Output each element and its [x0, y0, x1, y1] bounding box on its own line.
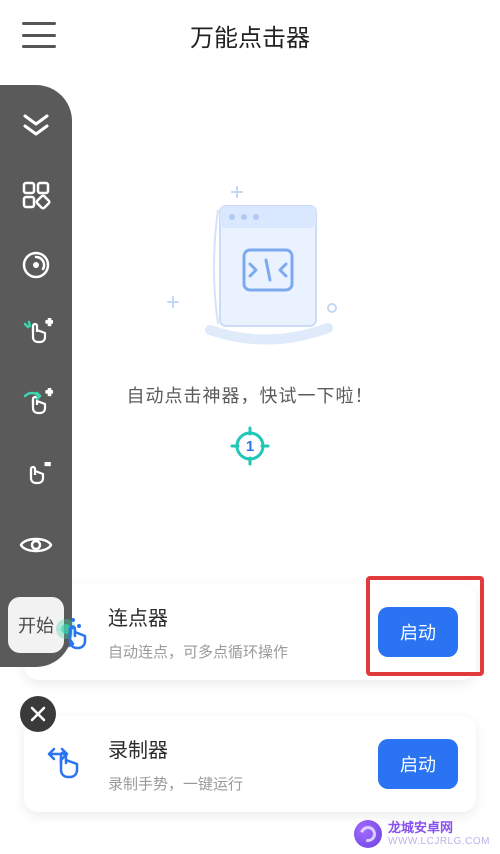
hamburger-menu-button[interactable]: [22, 22, 56, 48]
add-swipe-icon[interactable]: +: [18, 387, 54, 423]
recorder-card-title: 录制器: [108, 734, 362, 763]
close-sidebar-button[interactable]: [20, 696, 56, 732]
marker-number: 1: [246, 438, 254, 455]
recorder-card-icon: [38, 737, 92, 791]
tap-hint-icon: [54, 617, 94, 657]
floating-sidebar: + + - 开始: [0, 85, 72, 667]
app-title: 万能点击器: [190, 18, 310, 53]
collapse-icon[interactable]: [18, 107, 54, 143]
svg-text:-: -: [45, 458, 50, 472]
settings-gear-icon[interactable]: [18, 247, 54, 283]
start-button-label: 开始: [18, 612, 54, 638]
recorder-card: 录制器 录制手势，一键运行 启动: [24, 716, 476, 812]
add-tap-icon[interactable]: +: [18, 317, 54, 353]
clicker-card-title: 连点器: [108, 602, 362, 631]
empty-state-text: 自动点击神器，快试一下啦！: [127, 382, 374, 408]
app-header: 万能点击器: [0, 0, 500, 70]
recorder-card-subtitle: 录制手势，一键运行: [108, 773, 362, 794]
apps-grid-icon[interactable]: [18, 177, 54, 213]
watermark-line1: 龙城安卓网: [388, 821, 490, 835]
watermark-line2: WWW.LCJRLG.COM: [388, 836, 490, 847]
click-target-marker[interactable]: 1: [230, 426, 270, 466]
watermark-logo-icon: [354, 820, 382, 848]
source-watermark: 龙城安卓网 WWW.LCJRLG.COM: [354, 820, 490, 848]
visibility-eye-icon[interactable]: [18, 527, 54, 563]
clicker-start-button[interactable]: 启动: [378, 607, 458, 657]
svg-text:+: +: [46, 388, 53, 399]
svg-text:+: +: [46, 318, 53, 329]
main-content: 自动点击神器，快试一下啦！ 1: [0, 160, 500, 466]
empty-state-illustration: [140, 160, 360, 360]
remove-tap-icon[interactable]: -: [18, 457, 54, 493]
recorder-start-button[interactable]: 启动: [378, 739, 458, 789]
start-button[interactable]: 开始: [8, 597, 64, 653]
clicker-card-subtitle: 自动连点，可多点循环操作: [108, 641, 362, 662]
